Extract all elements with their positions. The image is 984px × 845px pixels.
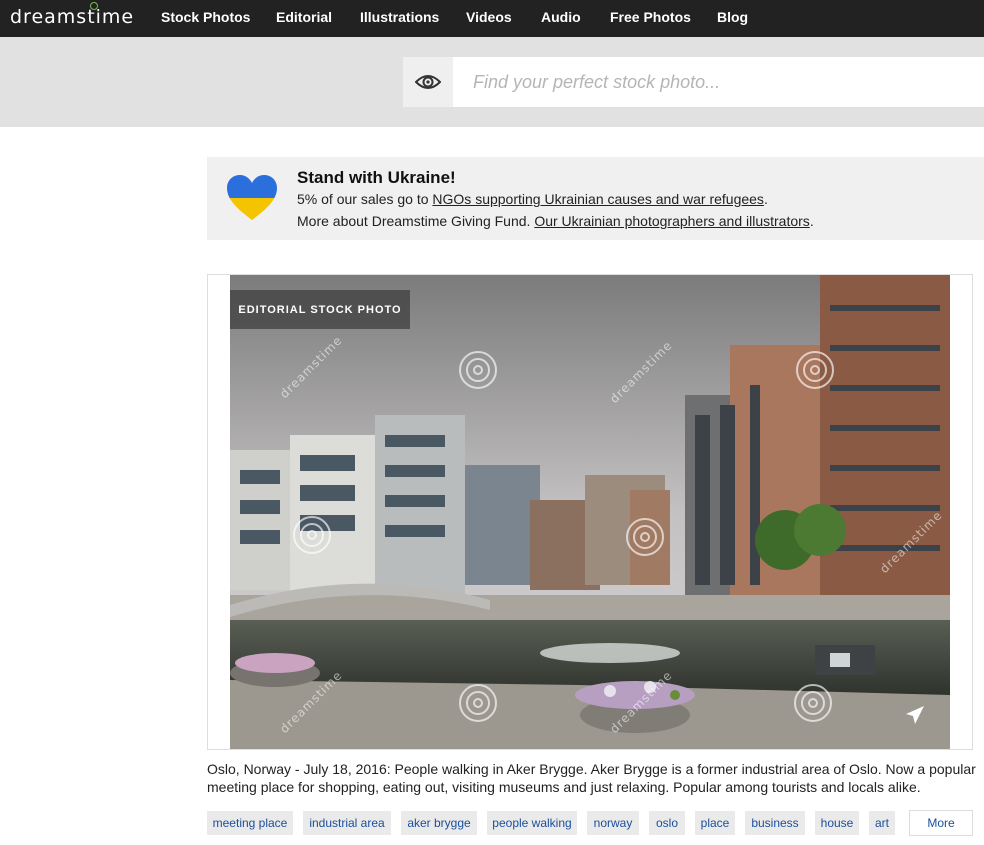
nav-blog[interactable]: Blog [717, 9, 748, 25]
logo-swirl-icon [90, 2, 98, 10]
tag-people-walking[interactable]: people walking [487, 811, 577, 835]
editorial-badge: EDITORIAL STOCK PHOTO [230, 290, 410, 329]
search-input[interactable] [453, 57, 984, 107]
photo-caption: Oslo, Norway - July 18, 2016: People wal… [207, 761, 976, 795]
tag-business[interactable]: business [745, 811, 805, 835]
tag-norway[interactable]: norway [587, 811, 639, 835]
dreamstime-logo[interactable]: dreamstime [10, 2, 135, 28]
main-photo[interactable]: dreamstime dreamstime dreamstime dreamst… [230, 275, 950, 749]
tag-industrial-area[interactable]: industrial area [303, 811, 391, 835]
banner-line-2: More about Dreamstime Giving Fund. Our U… [297, 213, 814, 229]
logo-text: dreamstime [10, 6, 135, 28]
send-arrow-icon[interactable] [905, 705, 925, 725]
banner-title: Stand with Ukraine! [297, 168, 456, 187]
photo-frame: dreamstime dreamstime dreamstime dreamst… [207, 274, 973, 750]
search-band [0, 37, 984, 127]
tag-house[interactable]: house [815, 811, 859, 835]
ukrainian-photographers-link[interactable]: Our Ukrainian photographers and illustra… [534, 213, 809, 229]
nav-illustrations[interactable]: Illustrations [360, 9, 439, 25]
nav-free-photos[interactable]: Free Photos [610, 9, 691, 25]
ukraine-banner: Stand with Ukraine! 5% of our sales go t… [207, 157, 984, 240]
tag-meeting-place[interactable]: meeting place [207, 811, 293, 835]
tag-place[interactable]: place [695, 811, 735, 835]
nav-videos[interactable]: Videos [466, 9, 512, 25]
ngos-link[interactable]: NGOs supporting Ukrainian causes and war… [432, 191, 764, 207]
banner-line-1: 5% of our sales go to NGOs supporting Uk… [297, 191, 768, 207]
tag-art[interactable]: art [869, 811, 895, 835]
tag-aker-brygge[interactable]: aker brygge [401, 811, 477, 835]
nav-stock-photos[interactable]: Stock Photos [161, 9, 250, 25]
visual-search-button[interactable] [403, 57, 453, 107]
eye-icon [415, 75, 441, 89]
ukraine-heart-icon [227, 175, 277, 220]
top-nav: dreamstime Stock Photos Editorial Illust… [0, 0, 984, 37]
more-tags-button[interactable]: More [909, 810, 973, 836]
tag-oslo[interactable]: oslo [649, 811, 685, 835]
nav-audio[interactable]: Audio [541, 9, 581, 25]
nav-editorial[interactable]: Editorial [276, 9, 332, 25]
